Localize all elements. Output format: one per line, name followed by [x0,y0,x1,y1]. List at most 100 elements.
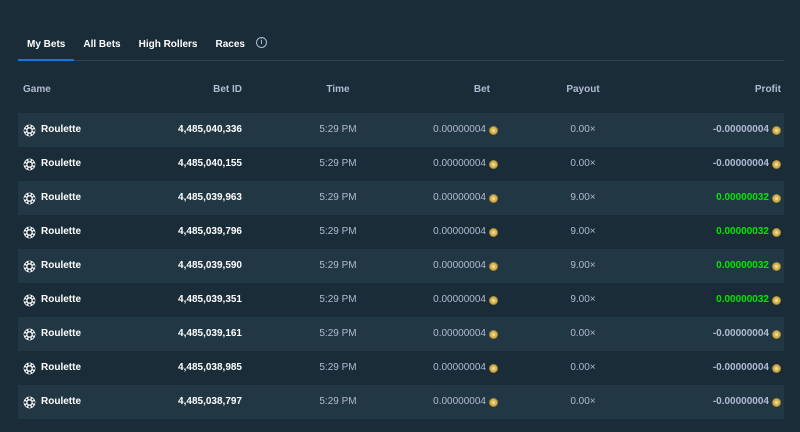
profit-amount: 0.00000032 [716,181,781,215]
bet-amount: 0.00000004 [418,181,498,215]
bet-amount: 0.00000004 [418,385,498,419]
bet-id[interactable]: 4,485,039,351 [178,283,242,317]
table-row[interactable]: Roulette 4,485,038,985 5:29 PM 0.0000000… [18,351,784,385]
roulette-icon [23,192,36,204]
game-cell[interactable]: Roulette [23,249,81,283]
game-cell[interactable]: Roulette [23,113,81,147]
coin-icon [489,295,498,305]
bet-time: 5:29 PM [319,158,357,169]
payout-multiplier: 9.00× [570,294,596,305]
roulette-icon [23,260,36,272]
column-header-time: Time [326,84,350,95]
bet-time: 5:29 PM [319,260,357,271]
coin-icon [772,295,781,305]
game-name: Roulette [41,294,81,305]
bet-amount: 0.00000004 [418,215,498,249]
bet-time: 5:29 PM [319,328,357,339]
coin-icon [772,227,781,237]
game-name: Roulette [41,396,81,407]
coin-icon [772,193,781,203]
coin-icon [489,261,498,271]
profit-value: -0.00000004 [712,124,769,135]
coin-icon [772,397,781,407]
game-cell[interactable]: Roulette [23,283,81,317]
bet-amount-value: 0.00000004 [433,362,486,373]
profit-amount: -0.00000004 [713,147,781,181]
game-cell[interactable]: Roulette [23,181,81,215]
roulette-icon [23,396,36,408]
bets-tab-bar: My Bets All Bets High Rollers Races i [18,28,784,61]
payout-multiplier: 0.00× [570,362,596,373]
column-header-bet: Bet [473,84,490,95]
bet-id[interactable]: 4,485,038,985 [178,351,242,385]
profit-value: -0.00000004 [712,396,769,407]
coin-icon [489,159,498,169]
tab-all-bets[interactable]: All Bets [74,28,129,60]
bet-time: 5:29 PM [319,396,357,407]
coin-icon [772,363,781,373]
game-cell[interactable]: Roulette [23,351,81,385]
table-header: Game Bet ID Time Bet Payout Profit [18,84,784,104]
coin-icon [489,125,498,135]
bet-id[interactable]: 4,485,040,155 [178,147,242,181]
bet-amount-value: 0.00000004 [433,124,486,135]
info-icon[interactable]: i [255,36,267,48]
bet-id[interactable]: 4,485,038,797 [178,385,242,419]
game-name: Roulette [41,260,81,271]
table-row[interactable]: Roulette 4,485,039,963 5:29 PM 0.0000000… [18,181,784,215]
bet-id[interactable]: 4,485,039,161 [178,317,242,351]
table-row[interactable]: Roulette 4,485,038,797 5:29 PM 0.0000000… [18,385,784,419]
roulette-icon [23,158,36,170]
profit-amount: -0.00000004 [713,351,781,385]
bets-table-body: Roulette 4,485,040,336 5:29 PM 0.0000000… [18,113,784,419]
game-name: Roulette [41,158,81,169]
coin-icon [772,261,781,271]
profit-amount: -0.00000004 [713,385,781,419]
table-row[interactable]: Roulette 4,485,039,161 5:29 PM 0.0000000… [18,317,784,351]
column-header-profit: Profit [754,84,781,95]
game-cell[interactable]: Roulette [23,147,81,181]
profit-amount: 0.00000032 [716,249,781,283]
profit-value: 0.00000032 [716,192,769,203]
game-name: Roulette [41,328,81,339]
roulette-icon [23,328,36,340]
bet-id[interactable]: 4,485,039,796 [178,215,242,249]
bet-time: 5:29 PM [319,362,357,373]
game-cell[interactable]: Roulette [23,215,81,249]
game-cell[interactable]: Roulette [23,317,81,351]
game-cell[interactable]: Roulette [23,385,81,419]
payout-multiplier: 9.00× [570,260,596,271]
profit-amount: 0.00000032 [716,283,781,317]
roulette-icon [23,226,36,238]
tab-high-rollers[interactable]: High Rollers [130,28,207,60]
bet-id[interactable]: 4,485,039,963 [178,181,242,215]
profit-amount: 0.00000032 [716,215,781,249]
bet-time: 5:29 PM [319,226,357,237]
bet-id[interactable]: 4,485,040,336 [178,113,242,147]
game-name: Roulette [41,226,81,237]
table-row[interactable]: Roulette 4,485,039,796 5:29 PM 0.0000000… [18,215,784,249]
profit-value: 0.00000032 [716,226,769,237]
bet-amount-value: 0.00000004 [433,294,486,305]
table-row[interactable]: Roulette 4,485,039,351 5:29 PM 0.0000000… [18,283,784,317]
tab-races[interactable]: Races [207,28,254,60]
coin-icon [489,363,498,373]
bet-amount: 0.00000004 [418,113,498,147]
table-row[interactable]: Roulette 4,485,039,590 5:29 PM 0.0000000… [18,249,784,283]
coin-icon [489,227,498,237]
table-row[interactable]: Roulette 4,485,040,155 5:29 PM 0.0000000… [18,147,784,181]
game-name: Roulette [41,192,81,203]
payout-multiplier: 0.00× [570,328,596,339]
tab-my-bets[interactable]: My Bets [18,28,75,61]
profit-value: 0.00000032 [716,294,769,305]
bet-id[interactable]: 4,485,039,590 [178,249,242,283]
payout-multiplier: 0.00× [570,158,596,169]
bet-time: 5:29 PM [319,124,357,135]
bet-amount-value: 0.00000004 [433,158,486,169]
bet-amount-value: 0.00000004 [433,396,486,407]
roulette-icon [23,294,36,306]
profit-amount: -0.00000004 [713,113,781,147]
bet-amount-value: 0.00000004 [433,260,486,271]
bet-amount: 0.00000004 [418,351,498,385]
table-row[interactable]: Roulette 4,485,040,336 5:29 PM 0.0000000… [18,113,784,147]
